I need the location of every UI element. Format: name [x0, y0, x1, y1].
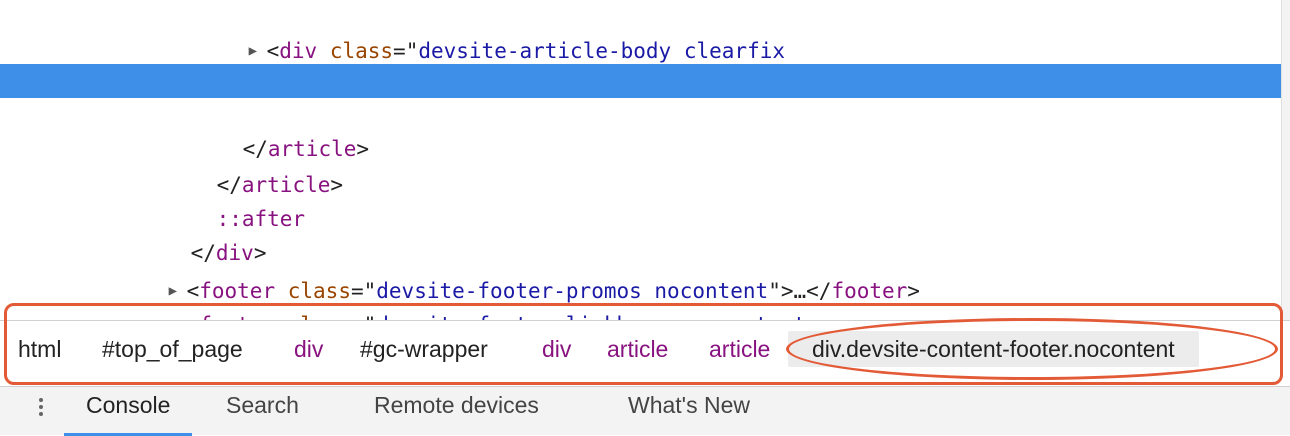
dom-node-footer-promos[interactable]: ▶ <footer class="devsite-footer-promos no…: [0, 240, 1282, 303]
breadcrumb: html #top_of_page div #gc-wrapper div ar…: [0, 320, 1290, 377]
tab-search[interactable]: Search: [226, 387, 299, 433]
dom-node-footer-linkboxes[interactable]: ▶<footer class="devsite-footer-linkboxes…: [0, 274, 1282, 322]
dom-node-selected[interactable]: … ▶ <div class="devsite-content-footer noc…: [0, 64, 1282, 127]
breadcrumb-selected-node[interactable]: div.devsite-content-footer.nocontent: [788, 331, 1199, 367]
dom-node-article-close[interactable]: </article>: [0, 98, 1282, 161]
breadcrumb-gc-wrapper[interactable]: #gc-wrapper: [360, 331, 488, 367]
vertical-scrollbar[interactable]: [1281, 0, 1290, 322]
breadcrumb-div[interactable]: div: [294, 331, 323, 367]
tab-whats-new[interactable]: What's New: [628, 387, 750, 433]
drawer-tab-bar: Console Search Remote devices What's New: [0, 386, 1290, 436]
dom-node-div-close[interactable]: </div>: [0, 202, 1282, 265]
dom-node-article-close[interactable]: </article>: [0, 134, 1282, 197]
kebab-menu-icon[interactable]: [34, 395, 48, 425]
tab-remote-devices[interactable]: Remote devices: [374, 387, 539, 433]
breadcrumb-html[interactable]: html: [18, 331, 61, 367]
dom-node-article-body-cont[interactable]: " itemprop="articleBody">…</div>: [0, 32, 1282, 95]
breadcrumb-div[interactable]: div: [542, 331, 571, 367]
breadcrumb-article[interactable]: article: [709, 331, 770, 367]
dom-node-pseudo-after[interactable]: ::after: [0, 168, 1282, 231]
dom-node-article-body[interactable]: ▶ <div class="devsite-article-body clearf…: [0, 0, 1282, 63]
tab-console[interactable]: Console: [64, 387, 193, 436]
breadcrumb-article[interactable]: article: [607, 331, 668, 367]
elements-dom-tree[interactable]: ▶ <div class="devsite-article-body clearf…: [0, 0, 1290, 322]
breadcrumb-top-of-page[interactable]: #top_of_page: [102, 331, 243, 367]
